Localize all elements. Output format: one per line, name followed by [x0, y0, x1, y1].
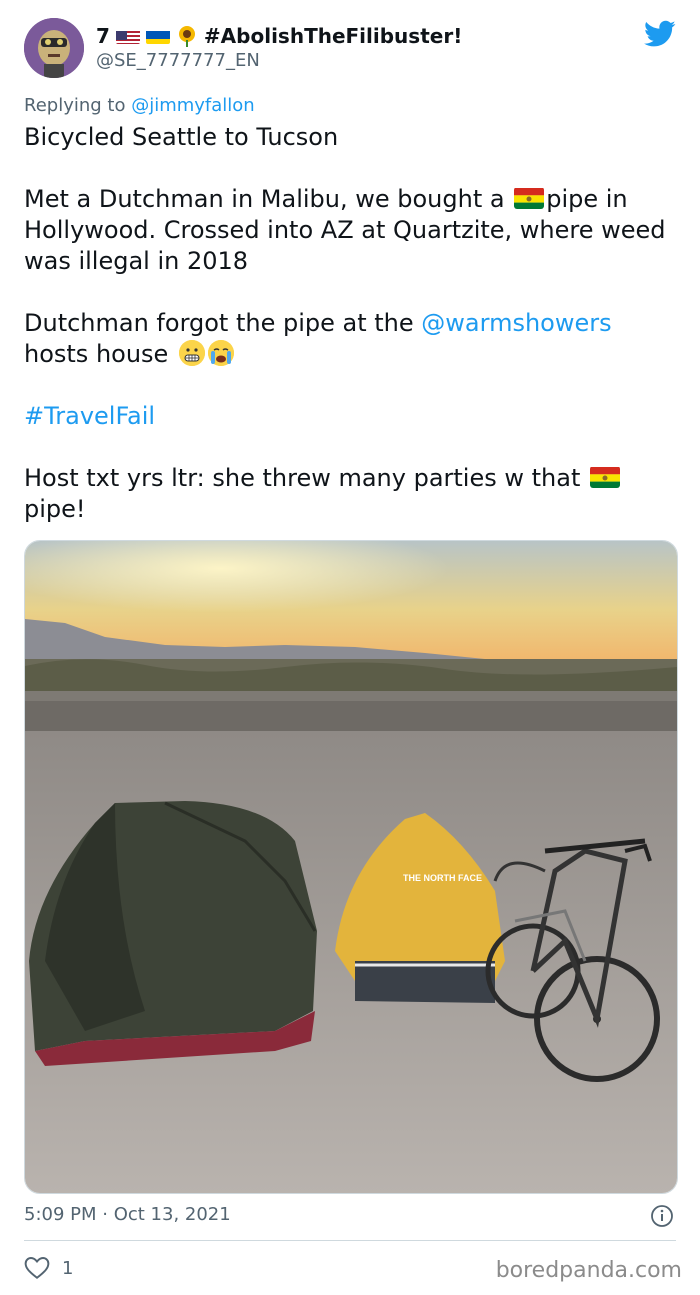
bolivia-flag-icon: [590, 466, 620, 488]
tweet-paragraph-3-b: hosts house: [24, 340, 169, 368]
tweet-line-1: Bicycled Seattle to Tucson: [24, 123, 339, 151]
tweet-paragraph-5: Host txt yrs ltr: she threw many parties…: [24, 463, 674, 525]
reply-mention-link[interactable]: @jimmyfallon: [131, 95, 255, 116]
tweet-paragraph-3: Dutchman forgot the pipe at the @warmsho…: [24, 308, 674, 370]
heart-icon[interactable]: [24, 1256, 50, 1280]
us-flag-icon: [115, 28, 140, 44]
tweet-photo[interactable]: THE NORTH FACE: [24, 540, 678, 1194]
divider: [24, 1240, 676, 1241]
replying-to: Replying to @jimmyfallon: [24, 95, 255, 116]
grimacing-face-icon: [178, 340, 205, 366]
user-handle[interactable]: @SE_7777777_EN: [96, 50, 260, 71]
info-icon[interactable]: [650, 1204, 674, 1228]
display-name[interactable]: 7 #AbolishTheFilibuster!: [96, 22, 462, 50]
tweet-paragraph-5-b: pipe!: [24, 495, 86, 523]
tweet-text: Bicycled Seattle to Tucson Met a Dutchma…: [24, 122, 674, 525]
ukraine-flag-icon: [145, 28, 170, 44]
twitter-bird-icon[interactable]: [644, 20, 676, 48]
tweet-paragraph-5-a: Host txt yrs ltr: she threw many parties…: [24, 464, 588, 492]
crying-face-icon: [207, 340, 234, 366]
like-button[interactable]: 1: [24, 1254, 73, 1282]
tweet-paragraph-2: Met a Dutchman in Malibu, we bought a pi…: [24, 184, 674, 277]
tent-brand-logo: THE NORTH FACE: [403, 873, 482, 883]
travelfail-hashtag-link[interactable]: #TravelFail: [24, 401, 674, 432]
timestamp-separator: ·: [96, 1204, 114, 1225]
tweet-date: Oct 13, 2021: [113, 1204, 231, 1225]
like-count: 1: [62, 1257, 74, 1279]
display-name-hashtag: #AbolishTheFilibuster!: [203, 24, 463, 48]
warmshowers-mention-link[interactable]: @warmshowers: [421, 309, 611, 337]
bolivia-flag-icon: [514, 187, 545, 209]
avatar[interactable]: [24, 18, 84, 78]
watermark: boredpanda.com: [495, 1258, 682, 1283]
replying-to-prefix: Replying to: [24, 95, 132, 116]
tweet-time: 5:09 PM: [24, 1204, 97, 1225]
tweet-timestamp[interactable]: 5:09 PM · Oct 13, 2021: [24, 1204, 231, 1225]
tweet-paragraph-2-a: Met a Dutchman in Malibu, we bought a: [24, 185, 513, 213]
sunflower-icon: [176, 25, 198, 47]
display-name-prefix: 7: [96, 24, 110, 48]
tweet-paragraph-3-a: Dutchman forgot the pipe at the: [24, 309, 422, 337]
